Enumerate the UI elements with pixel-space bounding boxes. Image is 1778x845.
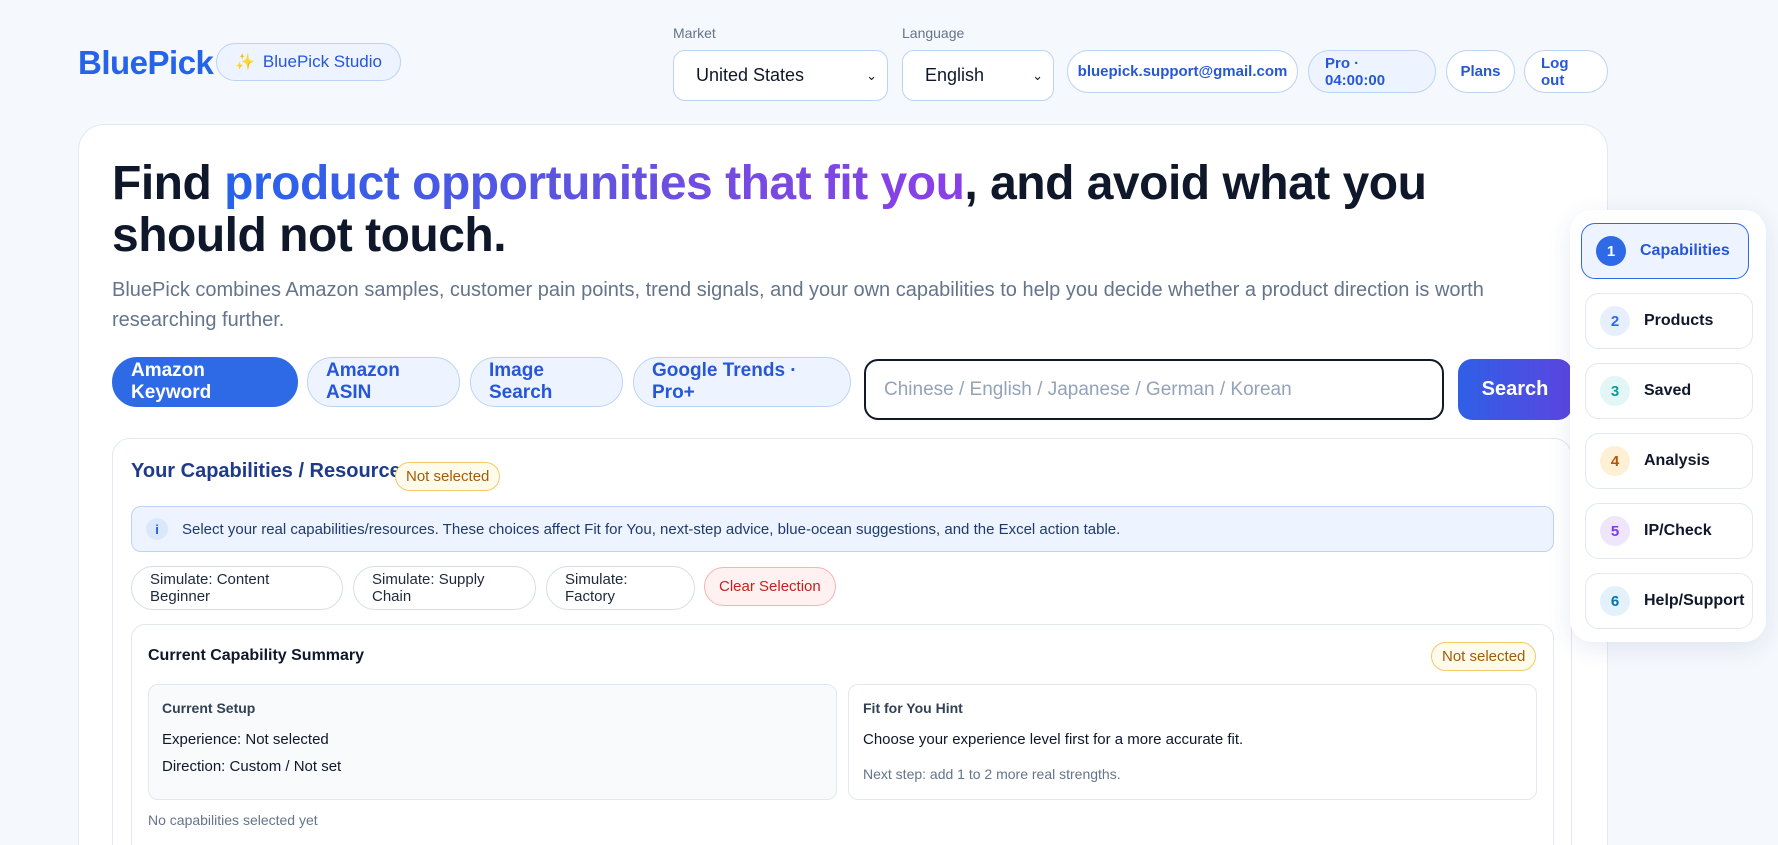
setup-experience: Experience: Not selected (162, 731, 329, 748)
hero-subline: BluePick combines Amazon samples, custom… (112, 279, 1484, 331)
mode-image-search[interactable]: Image Search (470, 357, 623, 407)
step-products[interactable]: 2 Products (1585, 293, 1753, 349)
summary-status-badge: Not selected (1431, 642, 1537, 671)
app-logo[interactable]: BluePick (78, 44, 214, 82)
info-icon: i (146, 518, 168, 540)
step-number: 2 (1600, 306, 1630, 336)
simulate-factory-button[interactable]: Simulate: Factory (546, 566, 695, 610)
capabilities-title: Your Capabilities / Resources (131, 460, 412, 482)
sparkle-icon: ✨ (235, 54, 255, 71)
info-text: Select your real capabilities/resources.… (182, 520, 1121, 538)
step-number: 5 (1600, 516, 1630, 546)
step-number: 3 (1600, 376, 1630, 406)
step-label: Products (1644, 312, 1714, 329)
language-select[interactable]: English ⌄ (902, 50, 1054, 101)
step-label: Help/Support (1644, 592, 1745, 609)
mode-google-trends[interactable]: Google Trends · Pro+ (633, 357, 851, 407)
step-number: 1 (1596, 236, 1626, 266)
studio-label: BluePick Studio (262, 52, 382, 71)
chevron-down-icon: ⌄ (866, 67, 877, 83)
language-value: English (925, 65, 985, 85)
step-number: 4 (1600, 446, 1630, 476)
info-banner: i Select your real capabilities/resource… (131, 506, 1554, 552)
simulate-supply-chain-button[interactable]: Simulate: Supply Chain (353, 566, 536, 610)
hero-headline: Find product opportunities that fit you,… (112, 158, 1532, 262)
step-analysis[interactable]: 4 Analysis (1585, 433, 1753, 489)
market-label: Market (673, 25, 716, 41)
simulate-content-beginner-button[interactable]: Simulate: Content Beginner (131, 566, 343, 610)
mode-amazon-asin[interactable]: Amazon ASIN (307, 357, 460, 407)
market-value: United States (696, 65, 805, 85)
empty-capabilities-note: No capabilities selected yet (148, 812, 318, 828)
clear-selection-button[interactable]: Clear Selection (704, 567, 836, 606)
plans-button[interactable]: Plans (1446, 50, 1515, 93)
hint-title: Fit for You Hint (863, 700, 963, 716)
step-label: IP/Check (1644, 522, 1712, 539)
search-input[interactable] (864, 359, 1444, 420)
headline-pre: Find (112, 157, 225, 210)
setup-title: Current Setup (162, 700, 256, 716)
studio-button[interactable]: ✨ BluePick Studio (216, 43, 401, 81)
step-label: Capabilities (1640, 242, 1730, 259)
headline-highlight: product opportunities that fit you (224, 157, 965, 210)
step-saved[interactable]: 3 Saved (1585, 363, 1753, 419)
support-email-button[interactable]: bluepick.support@gmail.com (1067, 50, 1298, 93)
step-ip-check[interactable]: 5 IP/Check (1585, 503, 1753, 559)
language-label: Language (902, 25, 965, 41)
search-button[interactable]: Search (1458, 359, 1572, 420)
logout-button[interactable]: Log out (1524, 50, 1608, 93)
status-badge: Not selected (395, 462, 501, 491)
summary-title: Current Capability Summary (148, 647, 365, 664)
step-label: Analysis (1644, 452, 1710, 469)
step-number: 6 (1600, 586, 1630, 616)
plan-status-badge[interactable]: Pro · 04:00:00 (1308, 50, 1436, 93)
chevron-down-icon: ⌄ (1032, 67, 1043, 83)
step-help-support[interactable]: 6 Help/Support (1585, 573, 1753, 629)
step-label: Saved (1644, 382, 1692, 399)
hint-next-step: Next step: add 1 to 2 more real strength… (863, 766, 1121, 782)
step-capabilities[interactable]: 1 Capabilities (1581, 223, 1749, 279)
setup-direction: Direction: Custom / Not set (162, 758, 342, 775)
mode-amazon-keyword[interactable]: Amazon Keyword (112, 357, 298, 407)
hint-text: Choose your experience level first for a… (863, 731, 1244, 748)
market-select[interactable]: United States ⌄ (673, 50, 888, 101)
